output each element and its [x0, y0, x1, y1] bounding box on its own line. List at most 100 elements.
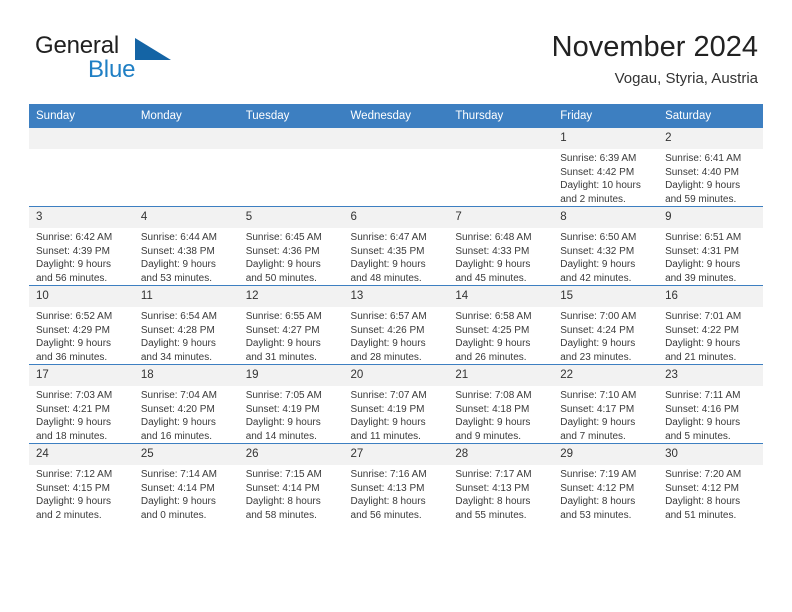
sunset-time: Sunset: 4:24 PM [560, 324, 635, 336]
day-details: Sunrise: 6:48 AM Sunset: 4:33 PM Daylight:… [448, 228, 553, 285]
daylight-duration: Daylight: 9 hours and 26 minutes. [455, 338, 531, 363]
sunrise-time: Sunrise: 6:58 AM [455, 311, 532, 322]
sunrise-time: Sunrise: 7:11 AM [665, 390, 741, 401]
calendar-week-row: 24 Sunrise: 7:12 AM Sunset: 4:15 PM Dayligh… [29, 443, 763, 522]
calendar-day-cell[interactable]: 6 Sunrise: 6:47 AM Sunset: 4:35 PM Daylight… [343, 206, 449, 286]
page-title: November 2024 [551, 31, 758, 63]
day-number: 6 [343, 207, 449, 228]
day-details: Sunrise: 7:00 AM Sunset: 4:24 PM Daylight:… [553, 307, 658, 364]
day-number: 13 [343, 286, 449, 307]
calendar-day-cell-empty [133, 128, 239, 207]
title-block: November 2024 Vogau, Styria, Austria [552, 30, 758, 90]
calendar-day-cell[interactable]: 28 Sunrise: 7:17 AM Sunset: 4:13 PM Dayligh… [448, 443, 554, 522]
daylight-duration: Daylight: 9 hours and 28 minutes. [350, 338, 426, 363]
calendar-header-row-group: Sunday Monday Tuesday Wednesday Thursday… [29, 104, 763, 128]
calendar-day-cell[interactable]: 23 Sunrise: 7:11 AM Sunset: 4:16 PM Dayligh… [658, 364, 763, 444]
calendar-day-cell[interactable]: 30 Sunrise: 7:20 AM Sunset: 4:12 PM Dayligh… [658, 443, 763, 522]
day-cell-inner: 18 Sunrise: 7:04 AM Sunset: 4:20 PM Dayligh… [133, 365, 239, 443]
daylight-duration: Daylight: 9 hours and 11 minutes. [350, 417, 426, 442]
calendar-day-cell[interactable]: 19 Sunrise: 7:05 AM Sunset: 4:19 PM Dayligh… [238, 364, 344, 444]
calendar-day-cell[interactable]: 10 Sunrise: 6:52 AM Sunset: 4:29 PM Dayligh… [29, 285, 134, 365]
sunrise-time: Sunrise: 6:51 AM [665, 232, 742, 243]
sunset-time: Sunset: 4:15 PM [36, 482, 110, 494]
calendar-day-cell[interactable]: 15 Sunrise: 7:00 AM Sunset: 4:24 PM Dayligh… [553, 285, 659, 365]
day-cell-inner: 15 Sunrise: 7:00 AM Sunset: 4:24 PM Dayligh… [553, 286, 659, 364]
calendar-day-cell[interactable]: 27 Sunrise: 7:16 AM Sunset: 4:13 PM Dayligh… [343, 443, 449, 522]
calendar-day-cell[interactable]: 8 Sunrise: 6:50 AM Sunset: 4:32 PM Daylight… [553, 206, 659, 286]
daylight-duration: Daylight: 9 hours and 23 minutes. [560, 338, 636, 363]
day-number: 28 [448, 444, 554, 465]
day-cell-inner: 14 Sunrise: 6:58 AM Sunset: 4:25 PM Dayligh… [448, 286, 554, 364]
calendar-day-cell[interactable]: 4 Sunrise: 6:44 AM Sunset: 4:38 PM Daylight… [133, 206, 239, 286]
sunrise-time: Sunrise: 6:42 AM [36, 232, 113, 243]
daylight-duration: Daylight: 9 hours and 31 minutes. [245, 338, 321, 363]
sunrise-time: Sunrise: 7:15 AM [245, 469, 322, 480]
day-cell-inner: 11 Sunrise: 6:54 AM Sunset: 4:28 PM Dayligh… [133, 286, 239, 364]
sunrise-time: Sunrise: 6:39 AM [560, 153, 637, 164]
calendar-day-cell[interactable]: 16 Sunrise: 7:01 AM Sunset: 4:22 PM Dayligh… [658, 285, 763, 365]
sunset-time: Sunset: 4:17 PM [560, 403, 635, 415]
day-number: 3 [29, 207, 134, 228]
daylight-duration: Daylight: 9 hours and 56 minutes. [36, 259, 112, 284]
day-details: Sunrise: 7:10 AM Sunset: 4:17 PM Daylight:… [553, 386, 658, 443]
day-number: 1 [553, 128, 659, 149]
sunrise-time: Sunrise: 7:17 AM [455, 469, 532, 480]
calendar-day-cell[interactable]: 24 Sunrise: 7:12 AM Sunset: 4:15 PM Dayligh… [29, 443, 134, 522]
calendar-day-cell[interactable]: 29 Sunrise: 7:19 AM Sunset: 4:12 PM Dayligh… [553, 443, 659, 522]
calendar-day-cell[interactable]: 17 Sunrise: 7:03 AM Sunset: 4:21 PM Dayligh… [29, 364, 134, 444]
sunset-time: Sunset: 4:27 PM [245, 324, 320, 336]
calendar-day-cell[interactable]: 3 Sunrise: 6:42 AM Sunset: 4:39 PM Daylight… [29, 206, 134, 286]
sunset-time: Sunset: 4:38 PM [140, 245, 215, 257]
day-number: 14 [448, 286, 554, 307]
daylight-duration: Daylight: 9 hours and 16 minutes. [140, 417, 216, 442]
calendar-day-cell[interactable]: 5 Sunrise: 6:45 AM Sunset: 4:36 PM Daylight… [238, 206, 344, 286]
day-cell-inner: 22 Sunrise: 7:10 AM Sunset: 4:17 PM Dayligh… [553, 365, 659, 443]
day-details: Sunrise: 6:51 AM Sunset: 4:31 PM Daylight:… [658, 228, 763, 285]
day-number: 23 [658, 365, 763, 386]
calendar-week-row: 3 Sunrise: 6:42 AM Sunset: 4:39 PM Daylight… [29, 206, 763, 286]
calendar-page: General Blue November 2024 Vogau, Styria… [0, 0, 792, 612]
day-number: 16 [658, 286, 763, 307]
day-cell-inner [133, 128, 239, 206]
daylight-duration: Daylight: 9 hours and 36 minutes. [36, 338, 112, 363]
calendar-day-cell[interactable]: 21 Sunrise: 7:08 AM Sunset: 4:18 PM Dayligh… [448, 364, 554, 444]
calendar-day-cell[interactable]: 12 Sunrise: 6:55 AM Sunset: 4:27 PM Dayligh… [238, 285, 344, 365]
day-cell-inner: 21 Sunrise: 7:08 AM Sunset: 4:18 PM Dayligh… [448, 365, 554, 443]
calendar-day-cell[interactable]: 11 Sunrise: 6:54 AM Sunset: 4:28 PM Dayligh… [133, 285, 239, 365]
calendar-day-cell[interactable]: 20 Sunrise: 7:07 AM Sunset: 4:19 PM Dayligh… [343, 364, 449, 444]
calendar-day-cell[interactable]: 2 Sunrise: 6:41 AM Sunset: 4:40 PM Daylight… [658, 128, 763, 207]
weekday-header-tuesday: Tuesday [238, 104, 344, 128]
calendar-day-cell[interactable]: 26 Sunrise: 7:15 AM Sunset: 4:14 PM Dayligh… [238, 443, 344, 522]
day-details: Sunrise: 7:20 AM Sunset: 4:12 PM Daylight:… [658, 465, 763, 522]
day-number: 19 [238, 365, 344, 386]
daylight-duration: Daylight: 9 hours and 5 minutes. [665, 417, 741, 442]
day-cell-inner: 1 Sunrise: 6:39 AM Sunset: 4:42 PM Daylight… [553, 128, 659, 206]
day-cell-inner: 28 Sunrise: 7:17 AM Sunset: 4:13 PM Dayligh… [448, 444, 554, 522]
calendar-day-cell[interactable]: 9 Sunrise: 6:51 AM Sunset: 4:31 PM Daylight… [658, 206, 763, 286]
calendar-day-cell[interactable]: 13 Sunrise: 6:57 AM Sunset: 4:26 PM Dayligh… [343, 285, 449, 365]
daylight-duration: Daylight: 9 hours and 14 minutes. [245, 417, 321, 442]
calendar-day-cell-empty [448, 128, 554, 207]
calendar-day-cell[interactable]: 1 Sunrise: 6:39 AM Sunset: 4:42 PM Daylight… [553, 128, 659, 207]
day-cell-inner: 30 Sunrise: 7:20 AM Sunset: 4:12 PM Dayligh… [658, 444, 763, 522]
day-number: 20 [343, 365, 449, 386]
calendar-day-cell[interactable]: 25 Sunrise: 7:14 AM Sunset: 4:14 PM Dayligh… [133, 443, 239, 522]
calendar-day-cell[interactable]: 14 Sunrise: 6:58 AM Sunset: 4:25 PM Dayligh… [448, 285, 554, 365]
day-details: Sunrise: 6:55 AM Sunset: 4:27 PM Daylight:… [239, 307, 344, 364]
general-blue-logo[interactable]: General Blue [34, 30, 234, 92]
sunrise-time: Sunrise: 7:01 AM [665, 311, 742, 322]
day-number: 8 [553, 207, 659, 228]
sunrise-time: Sunrise: 7:00 AM [560, 311, 637, 322]
weekday-header-thursday: Thursday [448, 104, 554, 128]
daylight-duration: Daylight: 8 hours and 56 minutes. [350, 496, 426, 521]
calendar-day-cell[interactable]: 7 Sunrise: 6:48 AM Sunset: 4:33 PM Daylight… [448, 206, 554, 286]
calendar-day-cell[interactable]: 18 Sunrise: 7:04 AM Sunset: 4:20 PM Dayligh… [133, 364, 239, 444]
day-number: 24 [29, 444, 134, 465]
day-details: Sunrise: 6:42 AM Sunset: 4:39 PM Daylight:… [29, 228, 134, 285]
day-details: Sunrise: 6:50 AM Sunset: 4:32 PM Daylight:… [553, 228, 658, 285]
calendar-day-cell[interactable]: 22 Sunrise: 7:10 AM Sunset: 4:17 PM Dayligh… [553, 364, 659, 444]
daylight-duration: Daylight: 9 hours and 42 minutes. [560, 259, 636, 284]
sunset-time: Sunset: 4:16 PM [665, 403, 739, 415]
daylight-duration: Daylight: 9 hours and 9 minutes. [455, 417, 531, 442]
sunset-time: Sunset: 4:20 PM [140, 403, 215, 415]
